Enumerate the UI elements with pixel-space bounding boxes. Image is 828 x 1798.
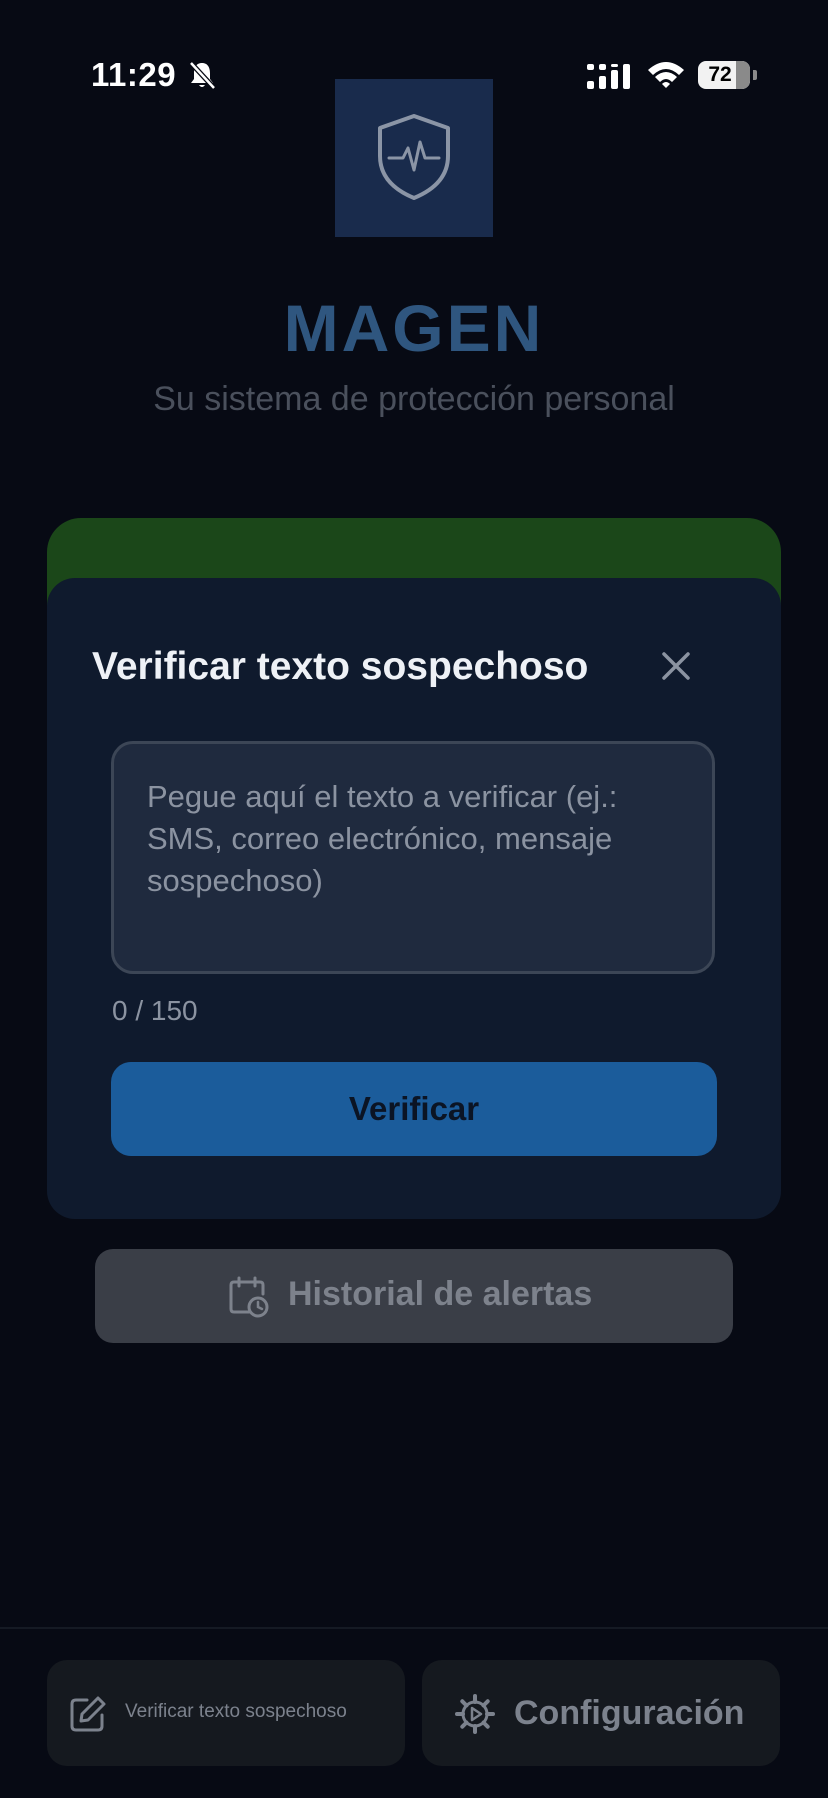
bell-slash-icon (189, 61, 216, 90)
settings-button[interactable]: Configuración (422, 1660, 780, 1766)
modal-title: Verificar texto sospechoso (92, 645, 589, 688)
status-time: 11:29 (91, 56, 177, 93)
battery-icon: 72 (698, 61, 758, 91)
app-logo (335, 79, 493, 237)
edit-icon (70, 1696, 106, 1732)
battery-level: 72 (708, 63, 732, 86)
verify-text-tab-button[interactable]: Verificar texto sospechoso (47, 1660, 405, 1766)
bottom-bar-divider (0, 1627, 828, 1629)
app-title: MAGEN (283, 291, 545, 365)
calendar-clock-icon (229, 1276, 269, 1318)
settings-label: Configuración (514, 1694, 745, 1732)
character-counter: 0 / 150 (112, 995, 198, 1026)
verify-button[interactable]: Verificar (111, 1062, 717, 1156)
close-icon[interactable] (660, 650, 692, 682)
app-subtitle: Su sistema de protección personal (153, 380, 675, 418)
signal-icon (587, 64, 630, 89)
gear-icon (455, 1694, 495, 1734)
alert-history-label: Historial de alertas (288, 1275, 593, 1313)
alert-history-button[interactable]: Historial de alertas (95, 1249, 733, 1343)
verify-text-tab-label: Verificar texto sospechoso (125, 1701, 347, 1722)
suspicious-text-input[interactable] (111, 741, 715, 974)
wifi-icon (648, 62, 684, 88)
shield-heartbeat-icon (378, 114, 450, 200)
